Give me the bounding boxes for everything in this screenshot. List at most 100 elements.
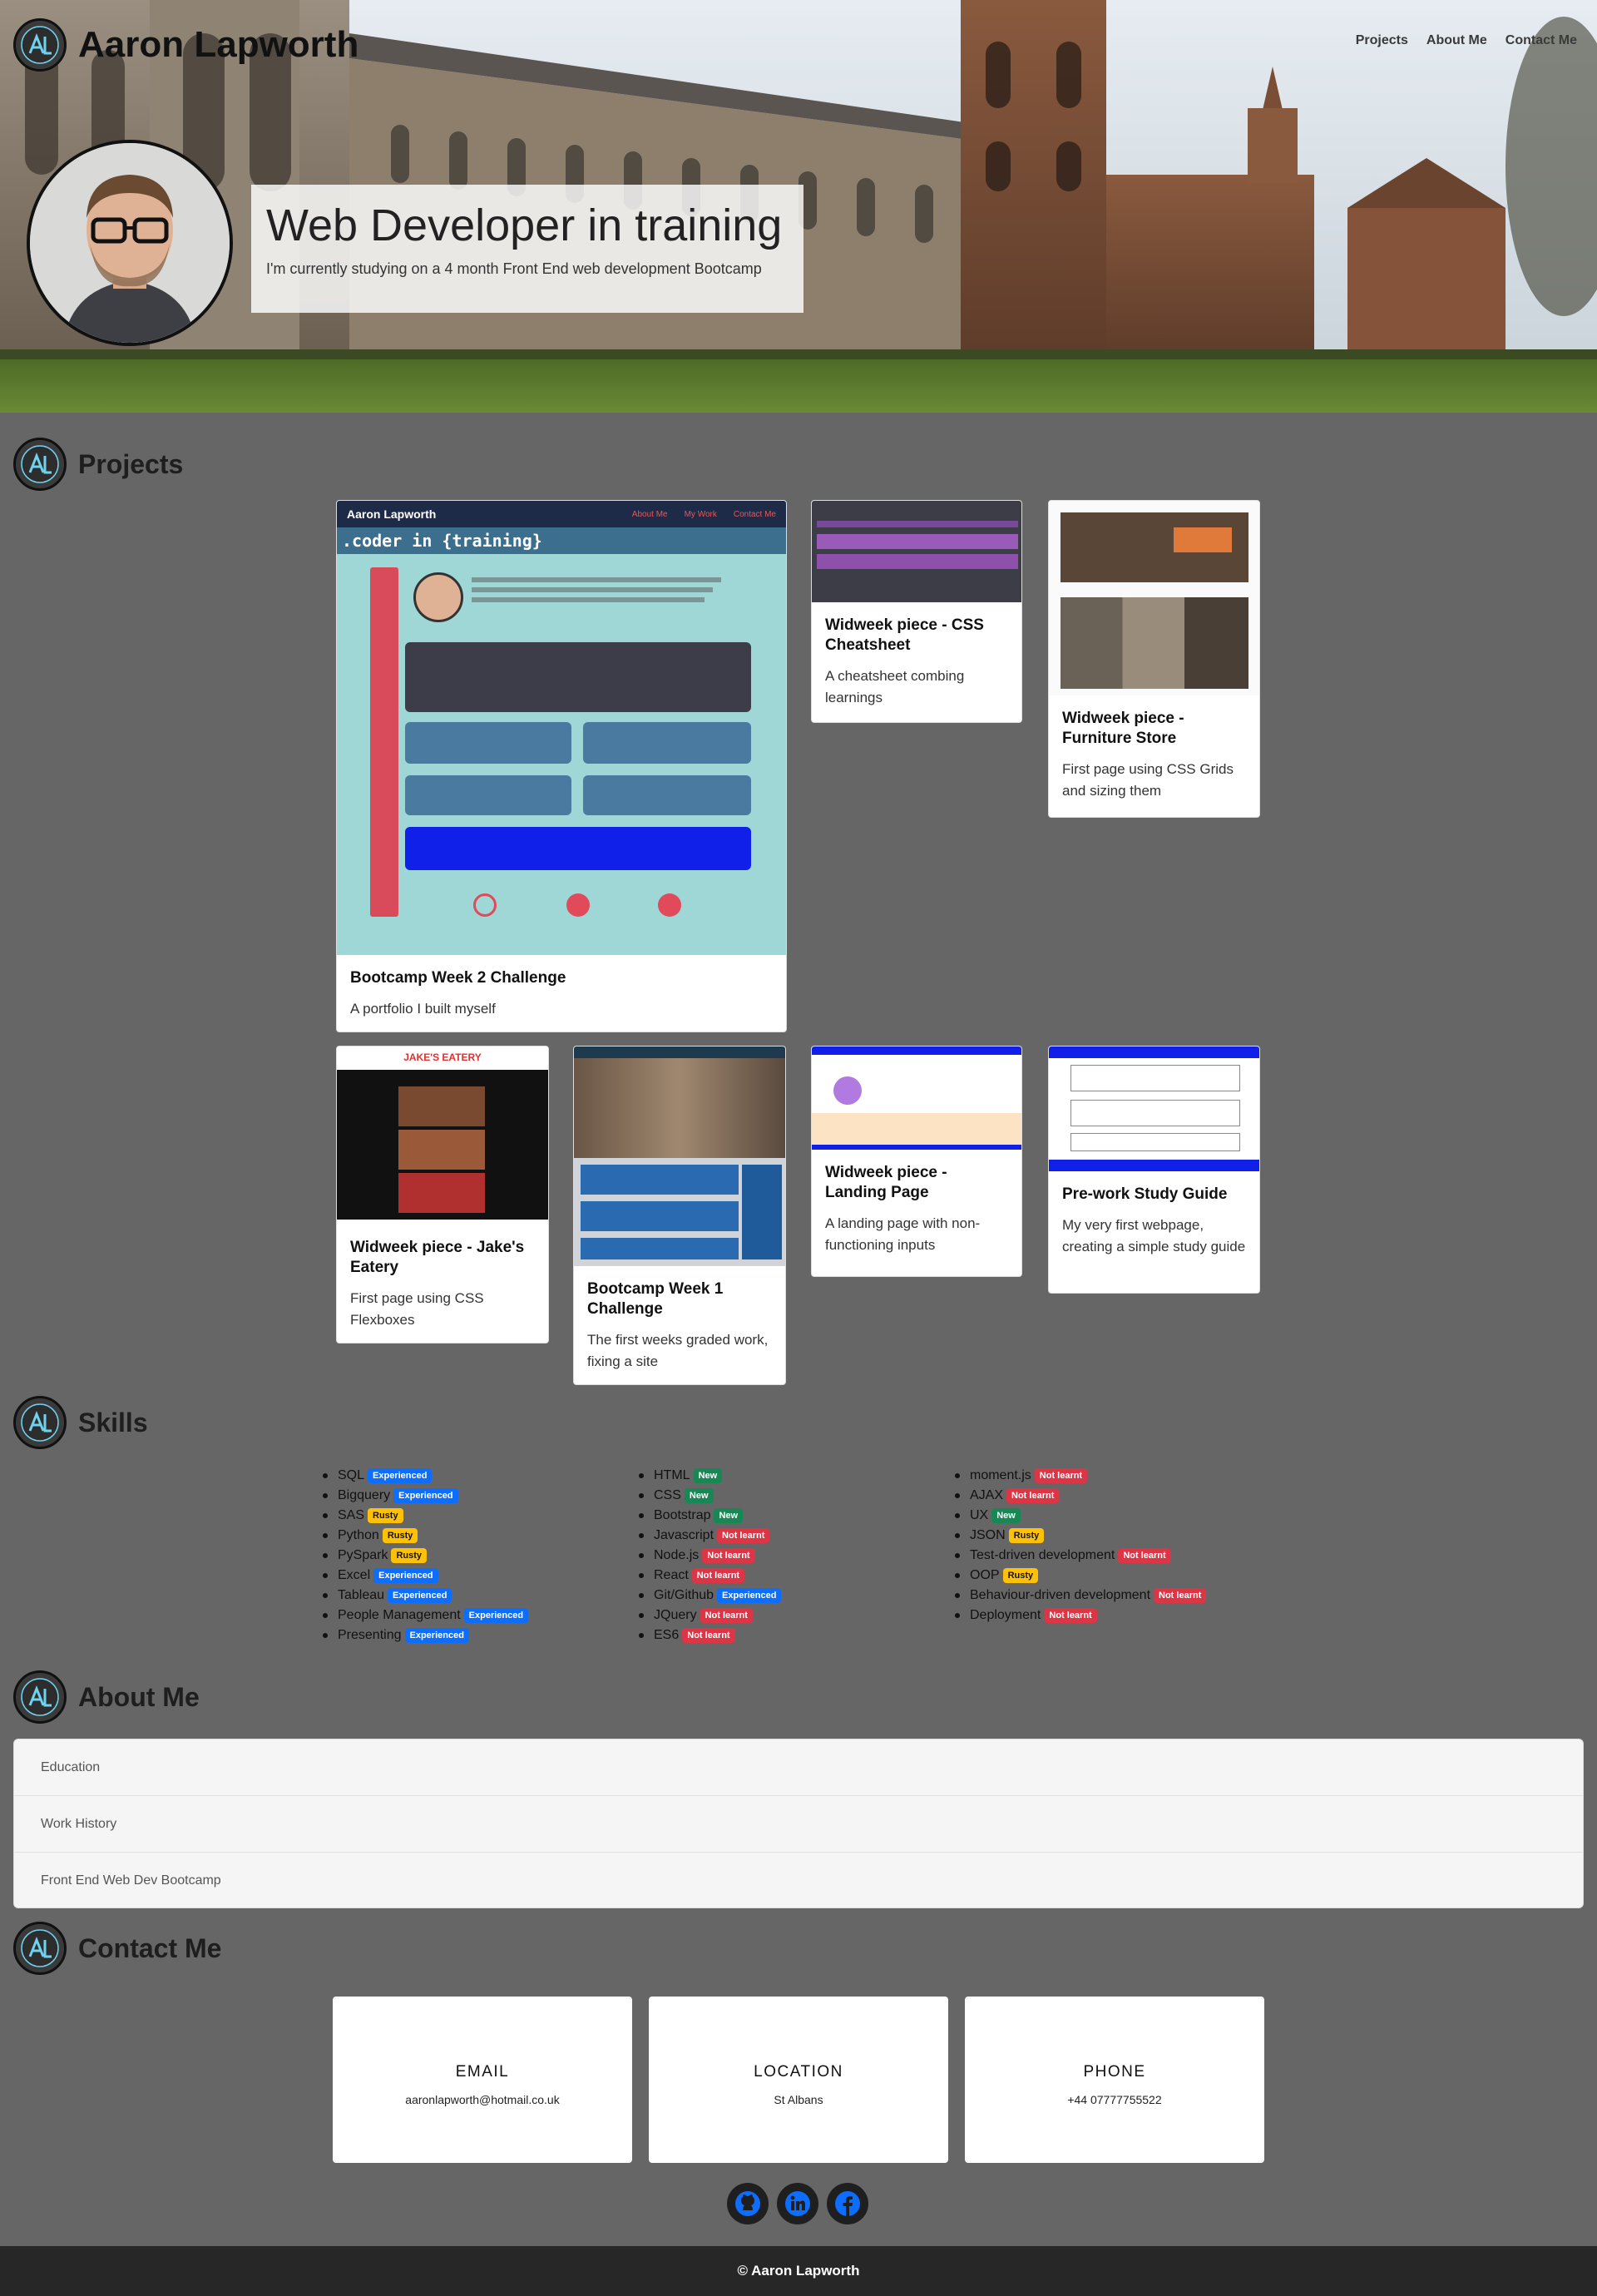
skill-level-badge: New: [693, 1467, 723, 1484]
skill-level-badge: Experienced: [368, 1467, 433, 1484]
skill-item: HTML New: [637, 1466, 781, 1486]
accordion-item-education[interactable]: Education: [14, 1739, 1583, 1796]
project-description: First page using CSS Grids and sizing th…: [1062, 760, 1234, 799]
skill-name: PySpark: [338, 1548, 388, 1562]
skill-item: Bootstrap New: [637, 1506, 781, 1526]
skills-list: moment.js Not learnt AJAX Not learnt UX New JS…: [953, 1466, 1207, 1626]
section-title: About Me: [78, 1681, 200, 1712]
skill-level-badge: Rusty: [382, 1527, 418, 1544]
skill-item: Excel Experienced: [321, 1566, 528, 1586]
skill-name: HTML: [654, 1468, 690, 1482]
skill-item: CSS New: [637, 1486, 781, 1506]
skill-name: moment.js: [970, 1468, 1031, 1482]
facebook-icon[interactable]: [827, 2183, 868, 2224]
skill-level-badge: Not learnt: [682, 1627, 735, 1644]
project-card-body: Widweek piece - Jake's Eatery First page…: [337, 1225, 548, 1343]
social-links: [727, 2183, 868, 2224]
skill-item: moment.js Not learnt: [953, 1466, 1206, 1486]
skill-name: OOP: [970, 1568, 1000, 1582]
skill-item: Tableau Experienced: [321, 1586, 528, 1606]
project-thumbnail: Aaron Lapworth About Me My Work Contact …: [337, 501, 786, 955]
project-description: First page using CSS Flexboxes: [350, 1289, 484, 1328]
project-card[interactable]: Widweek piece - Landing Page A landing p…: [811, 1046, 1022, 1277]
top-nav: Projects About Me Contact Me: [1356, 33, 1577, 48]
nav-link-contact-me[interactable]: Contact Me: [1506, 33, 1577, 48]
al-logo-icon: [13, 1922, 67, 1975]
skill-level-badge: Experienced: [388, 1587, 452, 1604]
project-card-body: Widweek piece - Landing Page A landing p…: [812, 1150, 1021, 1268]
project-title: Bootcamp Week 1 Challenge: [587, 1280, 724, 1318]
github-icon[interactable]: [727, 2183, 769, 2224]
skill-name: React: [654, 1568, 689, 1582]
about-accordion: Education Work History Front End Web Dev…: [13, 1739, 1584, 1908]
contact-value[interactable]: +44 07777755522: [965, 2093, 1264, 2106]
contact-heading: Contact Me: [13, 1922, 221, 1975]
skill-name: CSS: [654, 1488, 681, 1502]
skill-item: Node.js Not learnt: [637, 1546, 781, 1566]
skill-level-badge: Rusty: [368, 1507, 403, 1524]
skill-name: JQuery: [654, 1608, 697, 1622]
profile-avatar: [27, 140, 233, 346]
skill-level-badge: Not learnt: [717, 1527, 770, 1544]
project-card[interactable]: Widweek piece - CSS Cheatsheet A cheatsh…: [811, 500, 1022, 723]
skill-item: AJAX Not learnt: [953, 1486, 1206, 1506]
brand[interactable]: Aaron Lapworth: [13, 18, 358, 72]
al-logo-icon: [13, 18, 67, 72]
skill-item: Python Rusty: [321, 1526, 528, 1546]
hero-title: Web Developer in training: [266, 200, 783, 250]
hero-subtitle: I'm currently studying on a 4 month Fron…: [266, 260, 762, 278]
project-description: A portfolio I built myself: [350, 1000, 496, 1017]
linkedin-icon[interactable]: [777, 2183, 818, 2224]
nav-link-projects[interactable]: Projects: [1356, 33, 1408, 48]
nav-link-about-me[interactable]: About Me: [1426, 33, 1487, 48]
skill-item: People Management Experienced: [321, 1606, 529, 1626]
al-logo-icon: [13, 438, 67, 491]
skill-name: Test-driven development: [970, 1548, 1115, 1562]
skill-level-badge: Not learnt: [691, 1567, 745, 1584]
skill-name: Deployment: [970, 1608, 1041, 1622]
skill-level-badge: Not learnt: [1034, 1467, 1088, 1484]
project-description: The first weeks graded work, fixing a si…: [587, 1331, 769, 1369]
project-card[interactable]: JAKE'S EATERY Widweek piece - Jake's Eat…: [336, 1046, 549, 1343]
project-thumbnail: [574, 1047, 785, 1266]
skill-level-badge: Not learnt: [702, 1547, 755, 1564]
al-logo-icon: [13, 1670, 67, 1724]
skill-name: Javascript: [654, 1528, 714, 1542]
skill-level-badge: Not learnt: [1044, 1607, 1097, 1624]
skill-level-badge: Rusty: [1002, 1567, 1039, 1584]
skill-item: Behaviour-driven development Not learnt: [953, 1586, 1207, 1606]
project-card[interactable]: Widweek piece - Furniture Store First pa…: [1048, 500, 1260, 818]
hero-banner: Aaron Lapworth Projects About Me Contact…: [0, 0, 1597, 413]
contact-label: PHONE: [1083, 2063, 1146, 2081]
skill-level-badge: Rusty: [391, 1547, 428, 1564]
skill-name: Presenting: [338, 1628, 402, 1642]
project-card[interactable]: Aaron Lapworth About Me My Work Contact …: [336, 500, 787, 1032]
skill-name: Python: [338, 1528, 379, 1542]
accordion-item-work-history[interactable]: Work History: [14, 1796, 1583, 1853]
project-title: Pre-work Study Guide: [1062, 1185, 1228, 1203]
project-card[interactable]: Pre-work Study Guide My very first webpa…: [1048, 1046, 1260, 1294]
contact-label: EMAIL: [455, 2063, 510, 2081]
accordion-item-bootcamp[interactable]: Front End Web Dev Bootcamp: [14, 1853, 1583, 1909]
project-card-body: Widweek piece - Furniture Store First pa…: [1049, 695, 1259, 814]
footer: © Aaron Lapworth: [0, 2246, 1597, 2296]
skill-item: UX New: [953, 1506, 1206, 1526]
skill-item: JQuery Not learnt: [637, 1606, 781, 1626]
skill-name: Bigquery: [338, 1488, 391, 1502]
project-card[interactable]: Bootcamp Week 1 Challenge The first week…: [573, 1046, 786, 1385]
project-thumbnail: [812, 501, 1021, 602]
skill-item: Bigquery Experienced: [321, 1486, 528, 1506]
project-title: Bootcamp Week 2 Challenge: [350, 969, 566, 987]
skills-list: HTML New CSS New Bootstrap New Javascript Not l…: [637, 1466, 782, 1645]
skill-level-badge: Not learnt: [1118, 1547, 1171, 1564]
skill-item: Deployment Not learnt: [953, 1606, 1206, 1626]
skill-name: Bootstrap: [654, 1508, 711, 1522]
project-card-body: Bootcamp Week 1 Challenge The first week…: [574, 1266, 785, 1384]
skill-item: Git/Github Experienced: [637, 1586, 782, 1606]
project-thumbnail: [1049, 501, 1259, 695]
contact-value[interactable]: aaronlapworth@hotmail.co.uk: [333, 2093, 632, 2106]
skill-level-badge: Not learnt: [700, 1607, 753, 1624]
skill-level-badge: Experienced: [404, 1627, 469, 1644]
contact-card-email: EMAIL aaronlapworth@hotmail.co.uk: [333, 1997, 632, 2163]
contact-card-location: LOCATION St Albans: [649, 1997, 948, 2163]
